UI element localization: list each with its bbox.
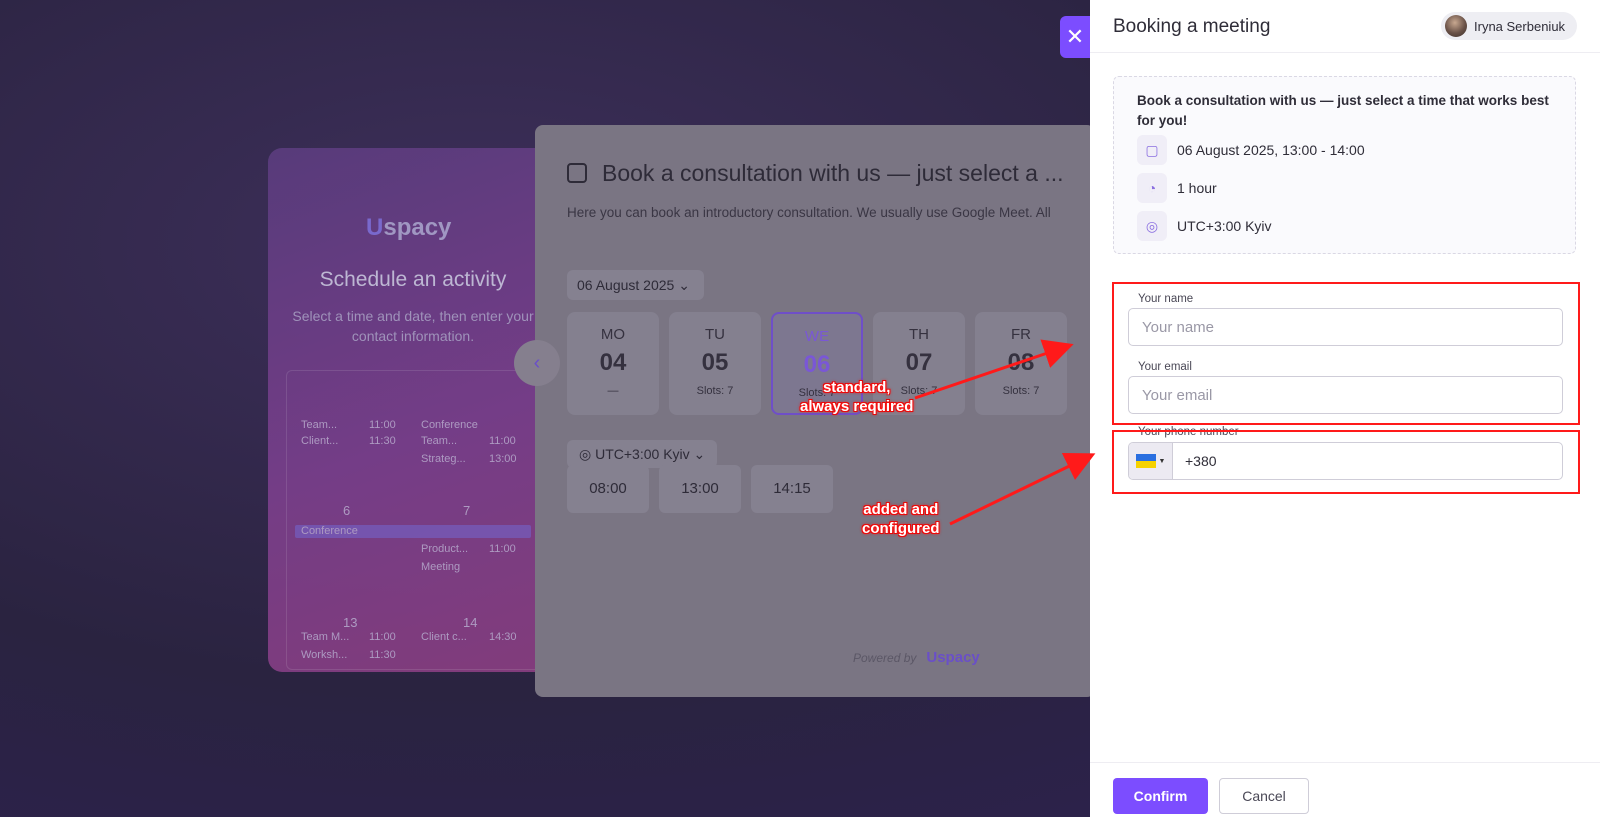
- cal-item: Team...: [301, 419, 338, 431]
- time-slot[interactable]: 08:00: [567, 465, 649, 513]
- booking-description: Here you can book an introductory consul…: [567, 205, 1051, 220]
- email-label: Your email: [1138, 361, 1192, 373]
- chevron-down-icon: ⌄: [678, 277, 690, 293]
- day-number: 07: [905, 349, 933, 376]
- meeting-timezone: UTC+3:00 Kyiv: [1177, 218, 1272, 234]
- day-name: TU: [705, 326, 725, 343]
- info-row-duration: ◔ 1 hour: [1137, 173, 1217, 203]
- cal-item: 11:00: [369, 631, 396, 643]
- day-name: TH: [909, 326, 929, 343]
- uspacy-logo: Uspacy: [926, 649, 980, 666]
- cal-item: Team...: [421, 435, 458, 447]
- country-select[interactable]: ▼: [1129, 443, 1173, 479]
- cal-day: 14: [463, 615, 478, 630]
- cal-item: 11:30: [369, 649, 396, 661]
- cal-item: Product...: [421, 543, 469, 555]
- cal-item: Worksh...: [301, 649, 348, 661]
- confirm-button[interactable]: Confirm: [1113, 778, 1208, 814]
- cal-item: Team M...: [301, 631, 350, 643]
- email-input[interactable]: Your email: [1128, 376, 1563, 414]
- day-number: 08: [1007, 349, 1035, 376]
- date-select[interactable]: 06 August 2025 ⌄: [567, 270, 704, 300]
- phone-input[interactable]: ▼ +380: [1128, 442, 1563, 480]
- cal-item: 11:30: [369, 435, 396, 447]
- timezone-select[interactable]: ◎ UTC+3:00 Kyiv ⌄: [567, 440, 718, 468]
- name-label: Your name: [1138, 293, 1194, 305]
- calendar-icon: ▢: [1137, 135, 1167, 165]
- cal-item: 14:30: [489, 631, 517, 643]
- day-slots: Slots: 7: [1002, 385, 1040, 397]
- schedule-card: Uspacy Schedule an activity Select a tim…: [268, 148, 558, 672]
- cal-item: Client c...: [421, 631, 467, 643]
- annotation-standard: standard, always required: [800, 379, 914, 415]
- cal-item: 11:00: [489, 543, 516, 555]
- cal-item: Meeting: [421, 561, 461, 573]
- info-row-timezone: ◎ UTC+3:00 Kyiv: [1137, 211, 1272, 241]
- cancel-button[interactable]: Cancel: [1219, 778, 1309, 814]
- phone-label: Your phone number: [1138, 426, 1239, 438]
- uspacy-logo: Uspacy: [366, 214, 452, 241]
- meeting-duration: 1 hour: [1177, 180, 1217, 196]
- cal-item: 11:00: [489, 435, 516, 447]
- user-name: Iryna Serbeniuk: [1474, 18, 1566, 34]
- cal-day: 13: [343, 615, 358, 630]
- booking-drawer: Booking a meeting Iryna Serbeniuk Book a…: [1090, 0, 1600, 817]
- annotation-added: added and configured: [862, 501, 940, 537]
- booking-title: Book a consultation with us — just selec…: [602, 160, 1064, 186]
- day-number: 04: [599, 349, 627, 376]
- day-name: FR: [1011, 326, 1031, 343]
- calendar-icon: [567, 163, 587, 183]
- cal-item: 11:00: [369, 419, 396, 431]
- drawer-title: Booking a meeting: [1113, 16, 1271, 37]
- cal-item: Conference: [301, 525, 358, 537]
- day-name: WE: [804, 328, 830, 345]
- schedule-subtitle: Select a time and date, then enter your …: [292, 308, 534, 344]
- cal-item: Strateg...: [421, 453, 466, 465]
- drawer-header: Booking a meeting Iryna Serbeniuk: [1090, 0, 1600, 53]
- caret-down-icon: ▼: [1158, 457, 1166, 465]
- avatar: [1445, 15, 1467, 37]
- meeting-datetime: 06 August 2025, 13:00 - 14:00: [1177, 142, 1365, 158]
- drawer-footer: Confirm Cancel: [1090, 762, 1600, 817]
- day-card[interactable]: TU 05 Slots: 7: [669, 312, 761, 415]
- ukraine-flag-icon: [1135, 454, 1156, 468]
- powered-by: Powered by Uspacy: [853, 649, 980, 666]
- info-row-datetime: ▢ 06 August 2025, 13:00 - 14:00: [1137, 135, 1365, 165]
- schedule-title: Schedule an activity: [319, 268, 507, 291]
- globe-icon: ◎: [579, 446, 592, 462]
- cal-item: 13:00: [489, 453, 517, 465]
- day-number: 05: [701, 349, 729, 376]
- day-name: MO: [600, 326, 626, 343]
- phone-value: +380: [1185, 453, 1217, 469]
- day-slots: Slots: 7: [696, 385, 734, 397]
- globe-icon: ◎: [1137, 211, 1167, 241]
- meeting-headline: Book a consultation with us — just selec…: [1137, 93, 1549, 128]
- day-slots: —: [607, 385, 619, 397]
- day-card[interactable]: MO 04 —: [567, 312, 659, 415]
- cal-item: Conference: [421, 419, 478, 431]
- cal-day: 6: [343, 503, 351, 518]
- day-number: 06: [803, 351, 831, 378]
- prev-arrow-button[interactable]: ‹: [514, 340, 560, 386]
- clock-icon: ◔: [1137, 173, 1167, 203]
- cal-item: Client...: [301, 435, 339, 447]
- user-chip[interactable]: Iryna Serbeniuk: [1441, 12, 1578, 40]
- time-slot[interactable]: 13:00: [659, 465, 741, 513]
- mini-calendar: Team... 11:00 Client... 11:30 Conference…: [286, 370, 546, 670]
- time-slot[interactable]: 14:15: [751, 465, 833, 513]
- meeting-info-box: Book a consultation with us — just selec…: [1113, 76, 1576, 254]
- day-card[interactable]: FR 08 Slots: 7: [975, 312, 1067, 415]
- close-button[interactable]: ✕: [1060, 16, 1090, 58]
- cal-day: 7: [463, 503, 471, 518]
- name-input[interactable]: Your name: [1128, 308, 1563, 346]
